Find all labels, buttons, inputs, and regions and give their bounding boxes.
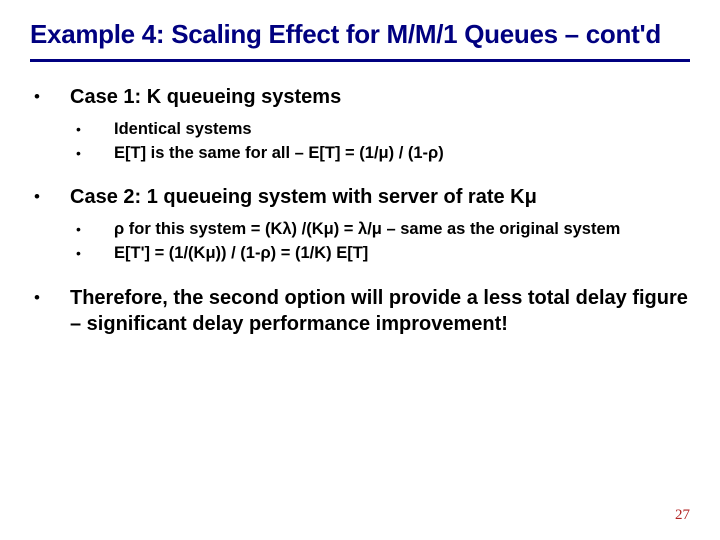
bullet-icon: • bbox=[70, 142, 114, 164]
bullet-icon: • bbox=[70, 242, 114, 264]
case2-sub2: E[T'] = (1/(Kμ)) / (1-ρ) = (1/K) E[T] bbox=[114, 242, 690, 264]
page-number: 27 bbox=[675, 507, 690, 524]
case1-sub2: E[T] is the same for all – E[T] = (1/μ) … bbox=[114, 142, 690, 164]
bullet-icon: • bbox=[34, 84, 70, 179]
case2-sub1: ρ for this system = (Kλ) /(Kμ) = λ/μ – s… bbox=[114, 218, 690, 240]
slide-content: • Case 1: K queueing systems • Identical… bbox=[30, 84, 690, 337]
slide-title: Example 4: Scaling Effect for M/M/1 Queu… bbox=[30, 18, 690, 51]
bullet-icon: • bbox=[34, 184, 70, 279]
case1-heading: Case 1: K queueing systems bbox=[70, 84, 690, 110]
conclusion-text: Therefore, the second option will provid… bbox=[70, 285, 690, 337]
case2-heading: Case 2: 1 queueing system with server of… bbox=[70, 184, 690, 210]
bullet-icon: • bbox=[70, 218, 114, 240]
case1-sub1: Identical systems bbox=[114, 118, 690, 140]
bullet-icon: • bbox=[70, 118, 114, 140]
title-underline bbox=[30, 59, 690, 62]
bullet-icon: • bbox=[34, 285, 70, 337]
